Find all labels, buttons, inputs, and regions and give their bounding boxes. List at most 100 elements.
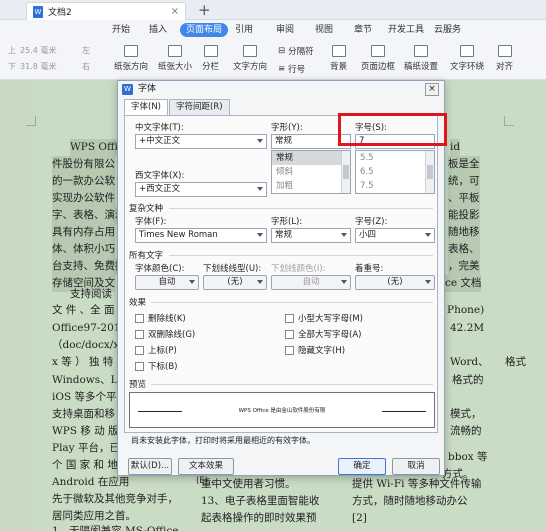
menu-review[interactable]: 审阅: [270, 23, 300, 37]
complex-size-select[interactable]: 小四: [355, 228, 435, 243]
new-tab-button[interactable]: +: [198, 1, 211, 19]
complex-style-select[interactable]: 常规: [271, 228, 351, 243]
page-border-button[interactable]: 页面边框: [361, 45, 395, 72]
break-button[interactable]: ⊟ 分隔符: [278, 45, 314, 57]
checkbox-box[interactable]: [135, 313, 144, 323]
hidden-text-checkbox[interactable]: 隐藏文字(H): [285, 344, 345, 356]
underline-value: (无): [227, 277, 243, 287]
cancel-button[interactable]: 取消: [392, 458, 440, 475]
menu-references[interactable]: 引用: [229, 23, 259, 37]
menu-dev-tools[interactable]: 开发工具: [382, 23, 430, 37]
size-option[interactable]: 7.5: [356, 179, 434, 193]
style-label: 字形(Y):: [271, 123, 303, 133]
complex-font-select[interactable]: Times New Roman: [135, 228, 267, 243]
close-tab-icon[interactable]: ×: [171, 6, 179, 17]
document-tab[interactable]: W 文档2 ×: [26, 2, 186, 20]
menu-chapter[interactable]: 章节: [348, 23, 378, 37]
align-icon: [497, 45, 512, 57]
menu-cloud[interactable]: 云服务: [428, 23, 467, 37]
checkbox-box[interactable]: [285, 345, 294, 355]
document-line: 统，可: [448, 173, 480, 190]
break-icon: ⊟: [278, 46, 286, 56]
checkbox-box[interactable]: [135, 329, 144, 339]
orientation-button[interactable]: 纸张方向: [114, 45, 148, 72]
document-line: 的一款办公软: [52, 173, 115, 190]
font-color-value: 自动: [158, 277, 176, 287]
ok-button[interactable]: 确定: [338, 458, 386, 475]
menu-view[interactable]: 视图: [309, 23, 339, 37]
font-preview-box: WPS Office 是由金山软件股份有限: [129, 392, 435, 428]
tab-font[interactable]: 字体(N): [124, 99, 168, 116]
style-listbox[interactable]: 常规 倾斜 加粗: [271, 150, 351, 194]
document-line: 板是全: [448, 156, 480, 173]
text-effect-button[interactable]: 文本效果(E)...: [178, 458, 234, 486]
checkbox-box[interactable]: [135, 345, 144, 355]
document-line: 、平板: [448, 190, 480, 207]
menu-insert[interactable]: 插入: [143, 23, 173, 37]
line-number-icon: ≡: [278, 64, 286, 74]
document-line: 字、表格、演示: [52, 207, 126, 224]
tab-char-spacing[interactable]: 字符间距(R): [169, 99, 230, 115]
chevron-down-icon: [257, 280, 263, 284]
style-scrollbar[interactable]: [341, 151, 350, 193]
menu-home[interactable]: 开始: [106, 23, 136, 37]
all-caps-checkbox[interactable]: 全部大写字母(A): [285, 328, 361, 340]
double-strikethrough-checkbox[interactable]: 双删除线(G): [135, 328, 195, 340]
margin-bottom-value[interactable]: 31.8 毫米: [20, 61, 56, 72]
margin-top-value[interactable]: 25.4 毫米: [20, 45, 56, 56]
checkbox-box[interactable]: [285, 329, 294, 339]
size-option[interactable]: 6.5: [356, 165, 434, 179]
document-line: ce 文档: [445, 275, 482, 292]
section-divider: [151, 384, 433, 385]
default-button[interactable]: 默认(D)...: [128, 458, 172, 475]
document-line: Office97-2010: [52, 322, 128, 334]
align-button[interactable]: 对齐: [496, 45, 513, 72]
size-option[interactable]: 5.5: [356, 151, 434, 165]
orientation-label: 纸张方向: [114, 62, 149, 72]
page-border-label: 页面边框: [361, 62, 396, 72]
menu-page-layout[interactable]: 页面布局: [180, 23, 229, 37]
cn-font-select[interactable]: +中文正文: [135, 134, 267, 149]
background-button[interactable]: 背景: [330, 45, 347, 72]
emphasis-select[interactable]: (无): [355, 275, 435, 290]
small-caps-checkbox[interactable]: 小型大写字母(M): [285, 312, 363, 324]
line-number-label: 行号: [288, 65, 306, 75]
small-caps-label: 小型大写字母(M): [298, 314, 363, 324]
document-line: 42.2M: [450, 322, 485, 334]
style-option[interactable]: 加粗: [272, 179, 350, 193]
subscript-checkbox[interactable]: 下标(B): [135, 360, 177, 372]
document-line: 模式，: [450, 408, 482, 420]
size-scrollbar[interactable]: [425, 151, 434, 193]
underline-select[interactable]: (无): [203, 275, 267, 290]
paper-size-button[interactable]: 纸张大小: [158, 45, 192, 72]
all-text-section-label: 所有文字: [129, 251, 164, 261]
page-corner-mark: [504, 116, 514, 126]
document-line: 方式，随时随地移动办公: [352, 495, 468, 507]
west-font-label: 西文字体(X):: [135, 171, 185, 181]
size-listbox[interactable]: 5.5 6.5 7.5: [355, 150, 435, 194]
font-color-select[interactable]: 自动: [135, 275, 199, 290]
checkbox-box[interactable]: [135, 361, 144, 371]
text-direction-icon: [243, 45, 257, 57]
margin-right-label: 右: [82, 62, 90, 71]
superscript-checkbox[interactable]: 上标(P): [135, 344, 177, 356]
document-line: ，完美: [448, 258, 480, 275]
text-wrap-button[interactable]: 文字环绕: [450, 45, 484, 72]
dialog-tabs: 字体(N) 字符间距(R): [124, 99, 231, 116]
style-option[interactable]: 常规: [272, 151, 350, 165]
strikethrough-checkbox[interactable]: 删除线(K): [135, 312, 186, 324]
line-number-button[interactable]: ≡ 行号: [278, 63, 305, 75]
complex-font-value: Times New Roman: [139, 230, 218, 240]
text-direction-button[interactable]: 文字方向: [233, 45, 267, 72]
dialog-close-button[interactable]: ×: [425, 83, 439, 96]
draft-paper-button[interactable]: 稿纸设置: [404, 45, 438, 72]
effects-section-label: 效果: [129, 298, 147, 308]
west-font-select[interactable]: +西文正文: [135, 182, 267, 197]
columns-button[interactable]: 分栏: [202, 45, 219, 72]
dialog-title-bar[interactable]: W 字体 ×: [118, 81, 444, 98]
columns-icon: [203, 45, 218, 57]
checkbox-box[interactable]: [285, 313, 294, 323]
style-option[interactable]: 倾斜: [272, 165, 350, 179]
document-line: 格式: [505, 356, 526, 368]
document-line: WPS 移 动 版: [52, 425, 119, 437]
